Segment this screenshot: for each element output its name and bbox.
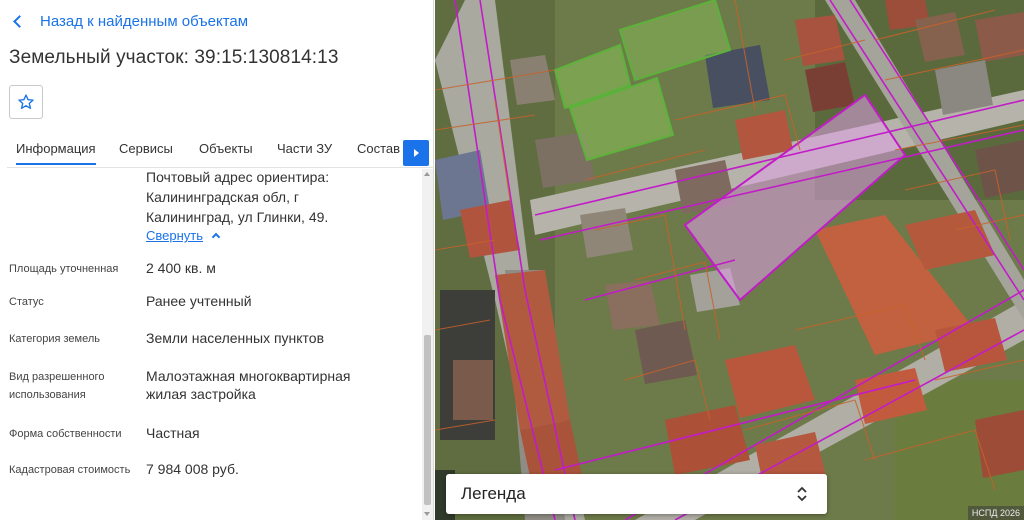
tab-objects[interactable]: Объекты xyxy=(199,141,253,156)
chevron-left-icon xyxy=(13,14,26,28)
map-credit: НСПД 2026 xyxy=(967,506,1024,520)
land-category-label: Категория земель xyxy=(9,333,100,345)
satellite-map[interactable] xyxy=(435,0,1024,520)
permitted-use-label: Вид разрешенного использования xyxy=(9,371,105,401)
collapse-label: Свернуть xyxy=(146,228,204,243)
back-link-label: Назад к найденным объектам xyxy=(40,12,249,30)
favorite-button[interactable] xyxy=(9,85,43,119)
chevron-right-icon xyxy=(413,149,419,157)
legend-dropdown[interactable]: Легенда xyxy=(446,474,827,514)
cadastral-value-value: 7 984 008 руб. xyxy=(146,461,239,477)
back-link[interactable]: Назад к найденным объектам xyxy=(12,11,248,31)
star-icon xyxy=(18,94,34,109)
info-panel: Назад к найденным объектам Земельный уча… xyxy=(0,0,434,520)
scroll-up-icon xyxy=(424,172,430,176)
tab-information[interactable]: Информация xyxy=(16,141,96,165)
status-label: Статус xyxy=(9,296,44,308)
ownership-label: Форма собственности xyxy=(9,428,122,440)
tabs-scroll-right-button[interactable] xyxy=(403,140,429,166)
address-text: Почтовый адрес ориентира: Калининградска… xyxy=(146,169,330,225)
info-scrollbar[interactable] xyxy=(422,169,433,520)
land-category-value: Земли населенных пунктов xyxy=(146,330,325,346)
tab-services[interactable]: Сервисы xyxy=(119,141,173,156)
tab-composition[interactable]: Состав xyxy=(357,141,400,156)
scrollbar-thumb[interactable] xyxy=(424,335,431,505)
legend-label: Легенда xyxy=(461,484,526,503)
area-value: 2 400 кв. м xyxy=(146,260,216,276)
ownership-value: Частная xyxy=(146,425,200,441)
tab-parts[interactable]: Части ЗУ xyxy=(277,141,332,156)
up-down-icon xyxy=(797,486,807,502)
tab-bar: Информация Сервисы Объекты Части ЗУ Сост… xyxy=(7,134,434,168)
chevron-up-icon xyxy=(211,232,221,242)
collapse-link[interactable]: Свернуть xyxy=(146,228,221,243)
permitted-use-value: Малоэтажная многоквартирная жилая застро… xyxy=(146,368,351,402)
map-view[interactable]: Легенда НСПД 2026 xyxy=(435,0,1024,520)
cadastral-value-label: Кадастровая стоимость xyxy=(9,464,131,476)
scroll-down-icon xyxy=(424,512,430,516)
page-title: Земельный участок: 39:15:130814:13 xyxy=(9,47,339,68)
info-content: Почтовый адрес ориентира: Калининградска… xyxy=(0,169,434,520)
status-value: Ранее учтенный xyxy=(146,293,252,309)
area-label: Площадь уточненная xyxy=(9,263,119,275)
